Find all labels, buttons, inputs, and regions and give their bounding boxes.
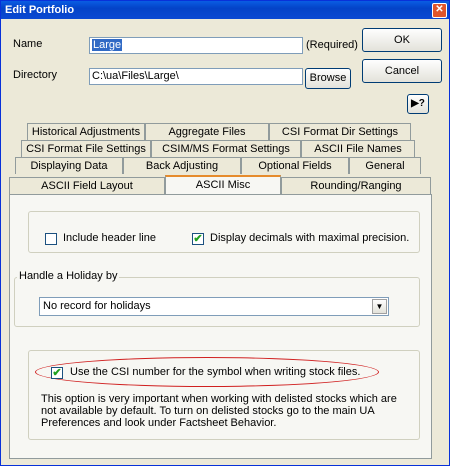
title-bar: Edit Portfolio ✕ — [1, 1, 449, 19]
include-header-label: Include header line — [63, 232, 156, 244]
holiday-selected: No record for holidays — [43, 300, 151, 312]
required-label: (Required) — [306, 39, 358, 51]
display-decimals-checkbox[interactable]: ✔ — [192, 233, 204, 245]
tab-csi-format-dir-settings[interactable]: CSI Format Dir Settings — [269, 123, 411, 140]
name-input[interactable]: Large — [89, 37, 303, 54]
ok-button[interactable]: OK — [362, 28, 442, 52]
tab-rounding-ranging[interactable]: Rounding/Ranging — [281, 177, 431, 194]
window-title: Edit Portfolio — [5, 4, 75, 16]
tab-optional-fields[interactable]: Optional Fields — [241, 157, 349, 174]
tab-ascii-misc[interactable]: ASCII Misc — [165, 175, 281, 194]
tab-back-adjusting[interactable]: Back Adjusting — [123, 157, 241, 174]
include-header-checkbox[interactable] — [45, 233, 57, 245]
edit-portfolio-dialog: Edit Portfolio ✕ Name Large (Required) D… — [0, 0, 450, 466]
holiday-dropdown[interactable]: No record for holidays ▼ — [39, 297, 389, 316]
ascii-misc-panel: Include header line ✔ Display decimals w… — [9, 194, 432, 459]
tab-general[interactable]: General — [349, 157, 421, 174]
display-decimals-label: Display decimals with maximal precision. — [210, 232, 410, 244]
display-options-group: Include header line ✔ Display decimals w… — [28, 211, 420, 253]
chevron-down-icon[interactable]: ▼ — [372, 299, 387, 314]
holiday-legend: Handle a Holiday by — [17, 270, 120, 282]
directory-input[interactable]: C:\ua\Files\Large\ — [89, 68, 303, 85]
tab-csi-format-file-settings[interactable]: CSI Format File Settings — [21, 140, 151, 157]
name-label: Name — [13, 38, 43, 50]
csi-symbol-group: ✔ Use the CSI number for the symbol when… — [28, 350, 420, 440]
tab-displaying-data[interactable]: Displaying Data — [15, 157, 123, 174]
holiday-group: Handle a Holiday by No record for holida… — [14, 270, 420, 327]
name-value: Large — [92, 39, 123, 51]
tab-ascii-field-layout[interactable]: ASCII Field Layout — [9, 177, 165, 194]
directory-label: Directory — [13, 69, 58, 81]
tab-historical-adjustments[interactable]: Historical Adjustments — [27, 123, 145, 140]
cancel-button[interactable]: Cancel — [362, 59, 442, 83]
csi-symbol-label: Use the CSI number for the symbol when w… — [70, 366, 361, 378]
browse-button[interactable]: Browse — [305, 68, 351, 89]
tab-ascii-file-names[interactable]: ASCII File Names — [301, 140, 415, 157]
csi-symbol-info: This option is very important when worki… — [41, 393, 397, 429]
tab-aggregate-files[interactable]: Aggregate Files — [145, 123, 269, 140]
close-icon[interactable]: ✕ — [432, 3, 447, 18]
tab-csim-ms-format-settings[interactable]: CSIM/MS Format Settings — [151, 140, 301, 157]
csi-symbol-checkbox[interactable]: ✔ — [51, 367, 63, 379]
help-cursor-icon[interactable]: ▶? — [407, 94, 429, 114]
